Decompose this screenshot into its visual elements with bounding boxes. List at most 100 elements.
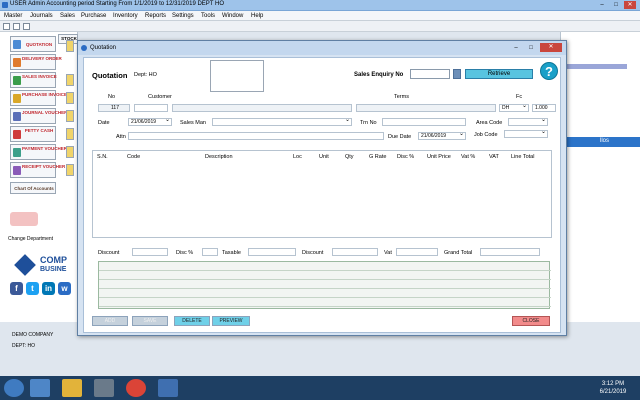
toolbar-grid-icon[interactable]: [13, 23, 20, 30]
table-row[interactable]: [99, 289, 551, 298]
vat-field[interactable]: [396, 248, 438, 256]
area-code-select[interactable]: [508, 117, 548, 126]
dialog-close-button[interactable]: ✕: [540, 43, 562, 52]
column-header[interactable]: Unit Price: [427, 154, 451, 160]
change-department-label[interactable]: Change Department: [8, 236, 53, 242]
due-date-picker[interactable]: 21/06/2019: [418, 131, 466, 140]
sidebar-mini-icon[interactable]: [66, 146, 74, 158]
app-title: USER Admin Accounting period Starting Fr…: [10, 1, 225, 7]
items-grid[interactable]: S.N. Code Description Loc Unit Qty G Rat…: [92, 150, 552, 238]
sidebar-chart-of-accounts-button[interactable]: Chart Of Accounts: [10, 182, 56, 194]
preview-button[interactable]: PREVIEW: [212, 316, 250, 326]
exchange-rate-field[interactable]: 1.000: [532, 104, 556, 112]
customer-name-field[interactable]: [172, 104, 352, 112]
menu-inventory[interactable]: Inventory: [113, 13, 138, 19]
sidebar-mini-icon[interactable]: [66, 40, 74, 52]
web-icon[interactable]: w: [58, 282, 71, 295]
menu-purchase[interactable]: Purchase: [81, 13, 106, 19]
menu-reports[interactable]: Reports: [145, 13, 166, 19]
sidebar-mini-icon[interactable]: [66, 92, 74, 104]
date-label: Date: [98, 120, 110, 126]
memo-box[interactable]: [210, 60, 264, 92]
linkedin-icon[interactable]: in: [42, 282, 55, 295]
sidebar-receipt-voucher-button[interactable]: RECEIPT VOUCHER: [10, 162, 65, 178]
column-header[interactable]: Description: [205, 154, 233, 160]
sales-enquiry-lookup-button[interactable]: [453, 69, 461, 79]
salesman-select[interactable]: [212, 117, 352, 126]
minimize-button[interactable]: –: [596, 1, 608, 9]
sales-enquiry-field[interactable]: [410, 69, 450, 79]
column-header[interactable]: Unit: [319, 154, 329, 160]
sidebar-quotation-button[interactable]: QUOTATION: [10, 36, 56, 52]
file-explorer-icon[interactable]: [62, 379, 82, 397]
menu-window[interactable]: Window: [222, 13, 243, 19]
menu-settings[interactable]: Settings: [172, 13, 194, 19]
trn-field[interactable]: [382, 118, 466, 126]
job-code-select[interactable]: [504, 129, 548, 138]
grand-total-field[interactable]: [480, 248, 540, 256]
no-label: No: [108, 94, 116, 100]
taxable-field[interactable]: [248, 248, 296, 256]
dialog-maximize-button[interactable]: □: [525, 44, 537, 52]
disc-pct-label: Disc %: [176, 250, 194, 256]
column-header[interactable]: S.N.: [97, 154, 108, 160]
table-row[interactable]: [99, 280, 551, 289]
menu-help[interactable]: Help: [251, 13, 263, 19]
table-row[interactable]: [99, 262, 551, 271]
currency-select[interactable]: DH: [499, 103, 529, 112]
accounting-app-icon[interactable]: [158, 379, 178, 397]
close-app-button[interactable]: ✕: [624, 1, 636, 9]
terms-field[interactable]: [356, 104, 496, 112]
help-icon[interactable]: ?: [540, 62, 558, 80]
attn-field[interactable]: [128, 132, 384, 140]
customer-code-field[interactable]: [134, 104, 168, 112]
people-group-icon[interactable]: [10, 212, 38, 226]
no-field[interactable]: 117: [98, 104, 130, 112]
media-player-icon[interactable]: [94, 379, 114, 397]
sidebar-mini-icon[interactable]: [66, 164, 74, 176]
sidebar-petty-cash-button[interactable]: PETTY CASH: [10, 126, 56, 142]
toolbar-doc-icon[interactable]: [3, 23, 10, 30]
column-header[interactable]: Line Total: [511, 154, 534, 160]
maximize-button[interactable]: □: [610, 1, 622, 9]
sidebar-mini-icon[interactable]: [66, 128, 74, 140]
sidebar-payment-voucher-button[interactable]: PAYMENT VOUCHER: [10, 144, 67, 160]
clock[interactable]: 3:12 PM 6/21/2019: [592, 380, 634, 396]
ie-browser-icon[interactable]: [30, 379, 50, 397]
facebook-icon[interactable]: f: [10, 282, 23, 295]
column-header[interactable]: Vat %: [461, 154, 475, 160]
sidebar-purchase-invoice-button[interactable]: PURCHASE INVOICE: [10, 90, 67, 106]
retrieve-button[interactable]: Retrieve: [465, 69, 533, 79]
column-header[interactable]: G Rate: [369, 154, 386, 160]
discount2-field[interactable]: [332, 248, 378, 256]
sidebar-journal-voucher-button[interactable]: JOURNAL VOUCHER: [10, 108, 67, 124]
table-row[interactable]: [99, 298, 551, 307]
add-button[interactable]: ADD: [92, 316, 128, 326]
column-header[interactable]: Loc: [293, 154, 302, 160]
discount-field[interactable]: [132, 248, 168, 256]
column-header[interactable]: Qty: [345, 154, 354, 160]
table-row[interactable]: [99, 271, 551, 280]
sidebar-delivery-order-button[interactable]: DELIVERY ORDER: [10, 54, 62, 70]
disc-pct-field[interactable]: [202, 248, 218, 256]
sidebar-sales-invoice-button[interactable]: SALES INVOICE: [10, 72, 57, 88]
menu-master[interactable]: Master: [4, 13, 22, 19]
column-header[interactable]: Code: [127, 154, 140, 160]
column-header[interactable]: Disc %: [397, 154, 414, 160]
column-header[interactable]: VAT: [489, 154, 499, 160]
sidebar-mini-icon[interactable]: [66, 110, 74, 122]
delete-button[interactable]: DELETE: [174, 316, 210, 326]
sidebar-mini-icon[interactable]: [66, 74, 74, 86]
lower-grid[interactable]: [98, 261, 551, 309]
save-button[interactable]: SAVE: [132, 316, 168, 326]
windows-start-icon[interactable]: [4, 379, 24, 397]
toolbar-print-icon[interactable]: [23, 23, 30, 30]
chrome-icon[interactable]: [126, 379, 146, 397]
twitter-icon[interactable]: t: [26, 282, 39, 295]
close-button[interactable]: CLOSE: [512, 316, 550, 326]
menu-journals[interactable]: Journals: [30, 13, 53, 19]
menu-tools[interactable]: Tools: [201, 13, 215, 19]
date-picker[interactable]: 21/06/2019: [128, 117, 172, 126]
menu-sales[interactable]: Sales: [60, 13, 75, 19]
dialog-minimize-button[interactable]: –: [510, 44, 522, 52]
